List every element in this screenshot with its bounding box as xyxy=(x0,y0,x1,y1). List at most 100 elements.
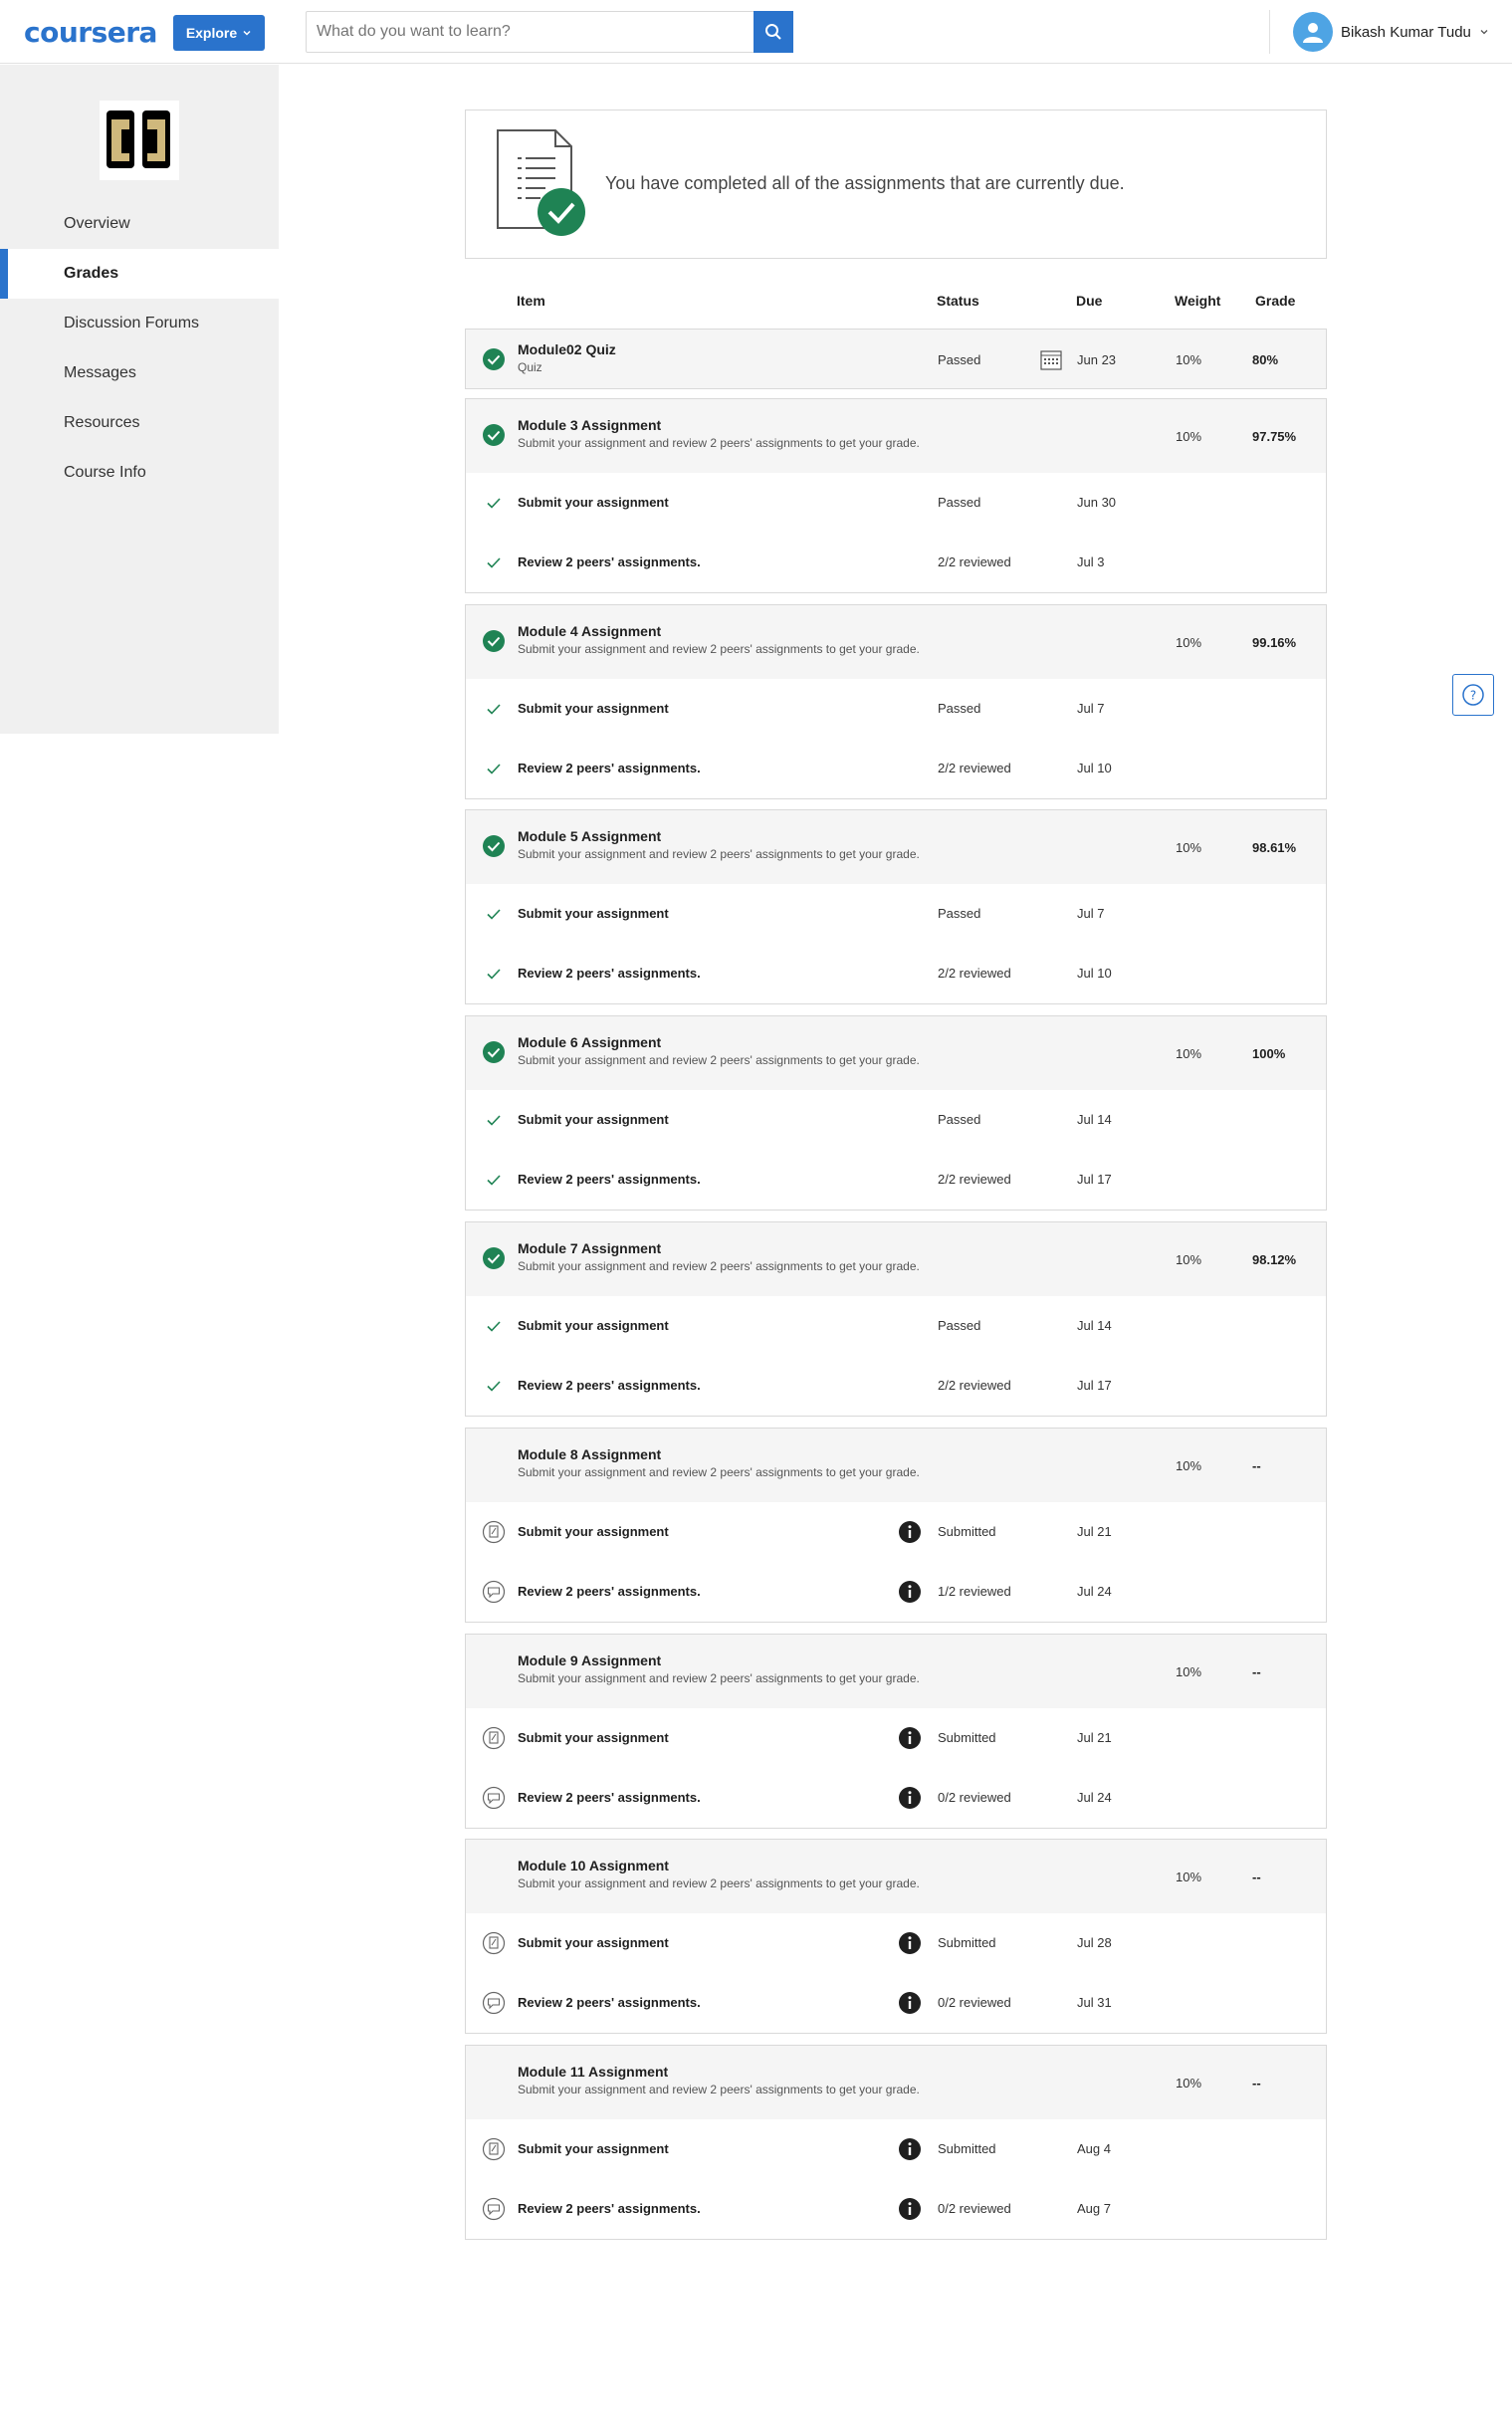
university-logo[interactable] xyxy=(100,101,179,180)
sub-item-label[interactable]: Submit your assignment xyxy=(518,495,669,510)
search-input[interactable] xyxy=(306,11,793,53)
info-icon[interactable] xyxy=(898,1726,922,1750)
list-item[interactable]: Review 2 peers' assignments. 0/2 reviewed… xyxy=(466,1973,1326,2033)
table-row[interactable]: Module 10 Assignment Submit your assignme… xyxy=(466,1839,1326,1913)
list-item[interactable]: Submit your assignment Submitted Jul 21 xyxy=(466,1502,1326,1562)
sub-item-label[interactable]: Review 2 peers' assignments. xyxy=(518,554,701,569)
table-row[interactable]: Module 7 Assignment Submit your assignmen… xyxy=(466,1221,1326,1296)
sub-item-label[interactable]: Submit your assignment xyxy=(518,701,669,716)
calendar-icon xyxy=(1040,350,1062,370)
table-row[interactable]: Module02 Quiz Quiz Passed Jun 23 10% 80% xyxy=(466,329,1326,388)
sidebar-item-resources[interactable]: Resources xyxy=(0,398,279,448)
sidebar-item-messages[interactable]: Messages xyxy=(0,348,279,398)
item-title[interactable]: Module 9 Assignment xyxy=(518,1652,920,1668)
item-title[interactable]: Module 10 Assignment xyxy=(518,1858,920,1873)
sub-item-label[interactable]: Submit your assignment xyxy=(518,1935,669,1950)
table-row[interactable]: Module 8 Assignment Submit your assignmen… xyxy=(466,1428,1326,1502)
list-item[interactable]: Review 2 peers' assignments. 0/2 reviewed… xyxy=(466,2179,1326,2239)
list-item[interactable]: Submit your assignment Submitted Aug 4 xyxy=(466,2119,1326,2179)
table-row[interactable]: Module 5 Assignment Submit your assignmen… xyxy=(466,809,1326,884)
sidebar-item-course-info[interactable]: Course Info xyxy=(0,448,279,498)
sub-item-due: Jul 7 xyxy=(1077,906,1105,921)
chevron-down-icon xyxy=(243,30,251,36)
coursera-logo[interactable]: coursera xyxy=(24,16,157,49)
user-menu[interactable]: Bikash Kumar Tudu xyxy=(1293,12,1489,52)
list-item[interactable]: Review 2 peers' assignments. 2/2 reviewed… xyxy=(466,944,1326,1003)
sub-item-due: Jun 30 xyxy=(1077,495,1117,510)
sub-item-label[interactable]: Review 2 peers' assignments. xyxy=(518,1378,701,1393)
info-icon[interactable] xyxy=(898,1931,922,1955)
sidebar-item-label: Overview xyxy=(64,215,130,232)
sub-item-label[interactable]: Review 2 peers' assignments. xyxy=(518,966,701,981)
sub-item-label[interactable]: Review 2 peers' assignments. xyxy=(518,1790,701,1805)
sub-item-label[interactable]: Review 2 peers' assignments. xyxy=(518,2201,701,2216)
sub-item-label[interactable]: Review 2 peers' assignments. xyxy=(518,1172,701,1187)
table-row[interactable]: Module 11 Assignment Submit your assignme… xyxy=(466,2045,1326,2119)
info-icon[interactable] xyxy=(898,2137,922,2161)
list-item[interactable]: Submit your assignment Passed Jul 7 xyxy=(466,679,1326,739)
item-title[interactable]: Module02 Quiz xyxy=(518,341,616,357)
list-item[interactable]: Review 2 peers' assignments. 2/2 reviewed… xyxy=(466,1356,1326,1416)
sub-item-status: 2/2 reviewed xyxy=(938,761,1011,775)
list-item[interactable]: Submit your assignment Passed Jul 14 xyxy=(466,1296,1326,1356)
list-item[interactable]: Submit your assignment Passed Jul 14 xyxy=(466,1090,1326,1150)
item-title[interactable]: Module 6 Assignment xyxy=(518,1034,920,1050)
item-subtitle: Submit your assignment and review 2 peer… xyxy=(518,436,920,450)
list-item[interactable]: Review 2 peers' assignments. 2/2 reviewed… xyxy=(466,533,1326,592)
list-item[interactable]: Review 2 peers' assignments. 2/2 reviewed… xyxy=(466,739,1326,798)
sub-item-label[interactable]: Submit your assignment xyxy=(518,1112,669,1127)
list-item[interactable]: Submit your assignment Submitted Jul 21 xyxy=(466,1708,1326,1768)
table-row[interactable]: Module 6 Assignment Submit your assignmen… xyxy=(466,1015,1326,1090)
list-item[interactable]: Review 2 peers' assignments. 1/2 reviewed… xyxy=(466,1562,1326,1622)
sub-item-label[interactable]: Review 2 peers' assignments. xyxy=(518,1584,701,1599)
list-item[interactable]: Submit your assignment Submitted Jul 28 xyxy=(466,1913,1326,1973)
list-item[interactable]: Review 2 peers' assignments. 2/2 reviewed… xyxy=(466,1150,1326,1210)
item-title[interactable]: Module 11 Assignment xyxy=(518,2064,920,2080)
info-icon[interactable] xyxy=(898,2197,922,2221)
table-row[interactable]: Module 3 Assignment Submit your assignmen… xyxy=(466,398,1326,473)
search-button[interactable] xyxy=(754,11,793,53)
sub-item-label[interactable]: Submit your assignment xyxy=(518,1730,669,1745)
item-grade: 98.61% xyxy=(1252,840,1297,855)
sidebar-item-overview[interactable]: Overview xyxy=(0,199,279,249)
question-icon: ? xyxy=(1462,684,1484,706)
item-title[interactable]: Module 5 Assignment xyxy=(518,828,920,844)
sidebar-item-label: Discussion Forums xyxy=(64,315,200,331)
grade-group-quiz: Module02 Quiz Quiz Passed Jun 23 10% 80% xyxy=(465,329,1327,389)
help-button[interactable]: ? xyxy=(1452,674,1494,716)
sidebar-item-discussion-forums[interactable]: Discussion Forums xyxy=(0,299,279,348)
item-weight: 10% xyxy=(1176,1664,1202,1679)
item-subtitle: Submit your assignment and review 2 peer… xyxy=(518,2083,920,2096)
item-subtitle: Submit your assignment and review 2 peer… xyxy=(518,1671,920,1685)
list-item[interactable]: Submit your assignment Passed Jul 7 xyxy=(466,884,1326,944)
list-item[interactable]: Review 2 peers' assignments. 0/2 reviewed… xyxy=(466,1768,1326,1828)
submit-assignment-icon xyxy=(482,1726,506,1750)
sub-item-label[interactable]: Submit your assignment xyxy=(518,1318,669,1333)
info-icon[interactable] xyxy=(898,1520,922,1544)
item-subtitle: Submit your assignment and review 2 peer… xyxy=(518,847,920,861)
grade-group-module: Module 9 Assignment Submit your assignmen… xyxy=(465,1634,1327,1829)
info-icon[interactable] xyxy=(898,1991,922,2015)
sub-item-label[interactable]: Review 2 peers' assignments. xyxy=(518,1995,701,2010)
table-row[interactable]: Module 9 Assignment Submit your assignmen… xyxy=(466,1634,1326,1708)
list-item[interactable]: Submit your assignment Passed Jun 30 xyxy=(466,473,1326,533)
sub-item-label[interactable]: Submit your assignment xyxy=(518,1524,669,1539)
sidebar-item-grades[interactable]: Grades xyxy=(0,249,279,299)
item-title[interactable]: Module 4 Assignment xyxy=(518,623,920,639)
check-icon xyxy=(487,704,501,715)
sub-item-label[interactable]: Submit your assignment xyxy=(518,2141,669,2156)
item-title[interactable]: Module 7 Assignment xyxy=(518,1240,920,1256)
item-title[interactable]: Module 8 Assignment xyxy=(518,1446,920,1462)
item-title[interactable]: Module 3 Assignment xyxy=(518,417,920,433)
sub-item-status: 2/2 reviewed xyxy=(938,1378,1011,1393)
check-circle-icon xyxy=(483,630,505,652)
sub-item-label[interactable]: Submit your assignment xyxy=(518,906,669,921)
grade-group-module: Module 5 Assignment Submit your assignmen… xyxy=(465,809,1327,1004)
table-row[interactable]: Module 4 Assignment Submit your assignmen… xyxy=(466,604,1326,679)
peer-review-icon xyxy=(482,1991,506,2015)
info-icon[interactable] xyxy=(898,1786,922,1810)
explore-button[interactable]: Explore xyxy=(173,15,265,51)
info-icon[interactable] xyxy=(898,1580,922,1604)
sub-item-label[interactable]: Review 2 peers' assignments. xyxy=(518,761,701,775)
chevron-down-icon xyxy=(1480,30,1488,35)
